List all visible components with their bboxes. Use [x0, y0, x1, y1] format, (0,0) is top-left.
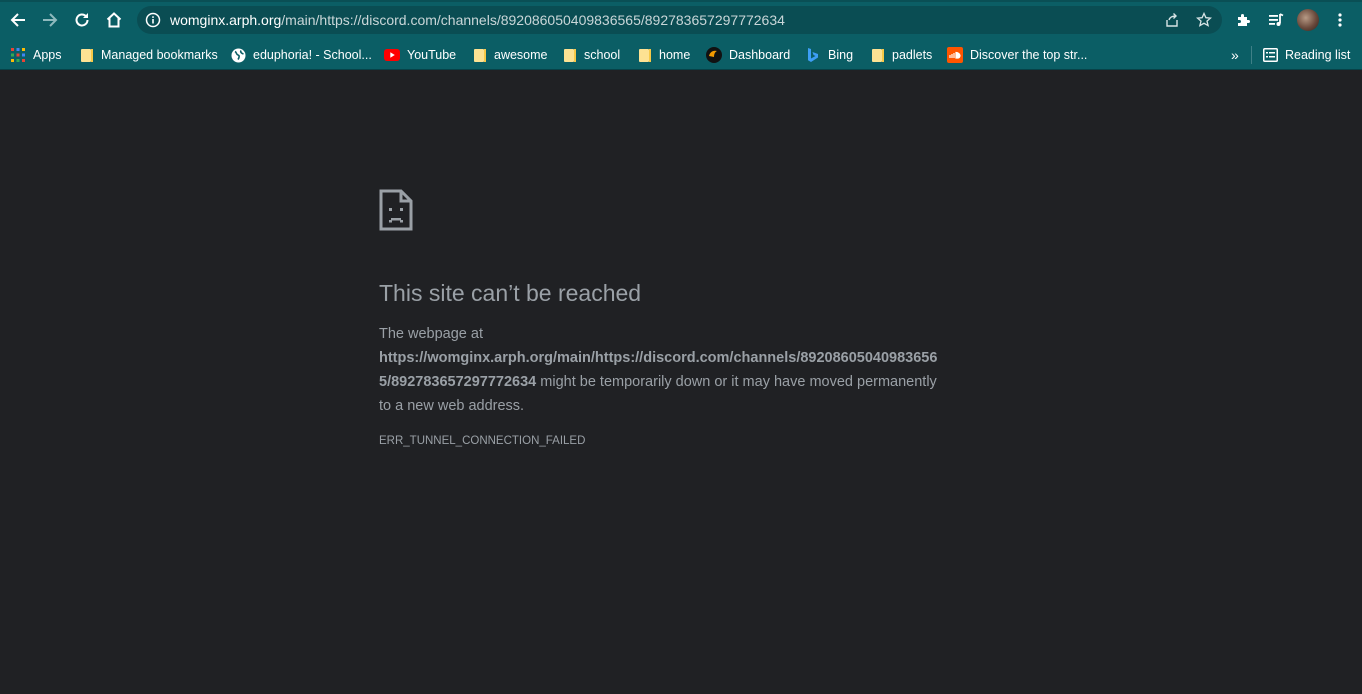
profile-avatar[interactable]: [1297, 9, 1319, 31]
folder-icon: [561, 47, 577, 63]
forward-button[interactable]: [38, 8, 62, 32]
bookmark-dashboard[interactable]: Dashboard: [706, 40, 790, 70]
bookmark-label: eduphoria! - School...: [253, 48, 372, 62]
bookmark-label: awesome: [494, 48, 548, 62]
tab-strip-edge: [0, 0, 1362, 2]
bookmark-label: YouTube: [407, 48, 457, 62]
bookmark-label: Bing: [828, 48, 854, 62]
reading-list-label: Reading list: [1285, 48, 1351, 62]
error-intro: The webpage at: [379, 326, 483, 342]
bookmark-school[interactable]: school: [561, 40, 620, 70]
share-button[interactable]: [1162, 10, 1182, 30]
reading-list-button[interactable]: Reading list: [1262, 40, 1350, 70]
error-url-part2: 5/892783657297772634: [379, 374, 537, 390]
error-description: The webpage at https://womginx.arph.org/…: [379, 322, 979, 418]
site-info-icon[interactable]: [145, 12, 161, 28]
bookmark-label: school: [584, 48, 621, 62]
url-host: womginx.arph.org: [170, 12, 282, 28]
reload-icon: [75, 13, 89, 27]
url-path: /main/https://discord.com/channels/89208…: [281, 12, 785, 28]
address-bar[interactable]: womginx.arph.org/main/https://discord.co…: [137, 6, 1222, 34]
bookmark-padlets[interactable]: padlets: [869, 40, 932, 70]
browser-toolbar: womginx.arph.org/main/https://discord.co…: [0, 0, 1362, 40]
bookmark-awesome[interactable]: awesome: [471, 40, 548, 70]
share-icon: [1166, 13, 1178, 27]
error-page: This site can’t be reached The webpage a…: [0, 71, 1362, 694]
error-title: This site can’t be reached: [379, 280, 642, 306]
folder-icon: [869, 47, 885, 63]
soundcloud-icon: [947, 47, 963, 63]
star-icon: [1196, 12, 1212, 27]
folder-icon: [78, 47, 94, 63]
puzzle-icon: [1238, 14, 1250, 26]
extensions-button[interactable]: [1232, 8, 1256, 32]
folder-icon: [471, 47, 487, 63]
error-suffix: might be temporarily down or it may have…: [536, 374, 937, 390]
home-icon: [106, 12, 122, 28]
bookmark-apps[interactable]: Apps: [10, 40, 62, 70]
apps-grid-icon: [10, 47, 26, 63]
overflow-chevron-icon: »: [1231, 47, 1239, 63]
bing-icon: [805, 47, 821, 63]
sad-page-icon: [379, 189, 413, 231]
bookmark-label: Dashboard: [729, 48, 791, 62]
bookmark-label: home: [659, 48, 691, 62]
youtube-icon: [384, 47, 400, 63]
forward-arrow-icon: [43, 13, 58, 27]
dashboard-icon: [706, 47, 722, 63]
bookmark-star-button[interactable]: [1194, 10, 1214, 30]
bookmark-home[interactable]: home: [636, 40, 690, 70]
media-control-button[interactable]: [1264, 8, 1288, 32]
menu-button[interactable]: [1328, 8, 1352, 32]
bookmark-label: Apps: [33, 48, 62, 62]
folder-icon: [636, 47, 652, 63]
reading-list-icon: [1262, 47, 1278, 63]
bookmark-eduphoria[interactable]: eduphoria! - School...: [230, 40, 372, 70]
address-url[interactable]: womginx.arph.org/main/https://discord.co…: [170, 12, 785, 28]
bookmarks-bar: Apps Managed bookmarks eduphoria! - Scho…: [0, 40, 1362, 70]
error-url-part1: https://womginx.arph.org/main/https://di…: [379, 350, 938, 366]
back-arrow-icon: [10, 13, 25, 27]
kebab-menu-icon: [1338, 13, 1342, 27]
back-button[interactable]: [6, 8, 30, 32]
home-button[interactable]: [102, 8, 126, 32]
bookmark-label: Managed bookmarks: [101, 48, 218, 62]
error-code: ERR_TUNNEL_CONNECTION_FAILED: [379, 435, 586, 447]
bookmark-bing[interactable]: Bing: [805, 40, 853, 70]
globe-icon: [230, 47, 246, 63]
reload-button[interactable]: [70, 8, 94, 32]
bookmark-label: padlets: [892, 48, 933, 62]
bookmark-soundcloud[interactable]: Discover the top str...: [947, 40, 1087, 70]
error-suffix-end: to a new web address.: [379, 398, 525, 414]
bookmarks-overflow-button[interactable]: »: [1231, 40, 1239, 70]
playlist-music-icon: [1269, 13, 1284, 26]
bookmark-label: Discover the top str...: [970, 48, 1088, 62]
bookmarks-divider: [1251, 46, 1252, 64]
bookmark-youtube[interactable]: YouTube: [384, 40, 456, 70]
bookmark-managed-bookmarks[interactable]: Managed bookmarks: [78, 40, 218, 70]
